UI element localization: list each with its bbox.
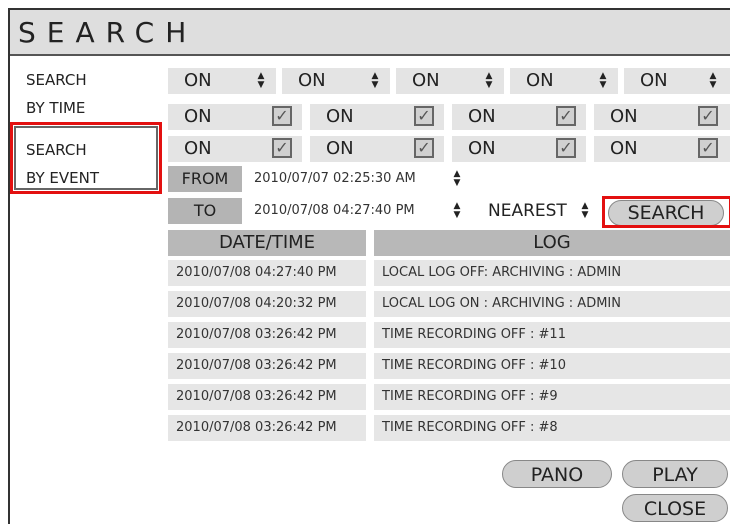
event-option-5[interactable]: ON ✓ <box>168 136 302 162</box>
toggle-value: ON <box>526 70 554 91</box>
title-bar: SEARCH <box>10 10 730 56</box>
from-label: FROM <box>168 166 242 192</box>
event-option-1[interactable]: ON ✓ <box>168 104 302 130</box>
table-cell-log[interactable]: TIME RECORDING OFF : #11 <box>374 322 730 348</box>
option-value: ON <box>468 138 496 159</box>
table-cell-log[interactable]: LOCAL LOG ON : ARCHIVING : ADMIN <box>374 291 730 317</box>
search-by-time-label-2[interactable]: BY TIME <box>26 96 85 120</box>
search-by-time-label-1[interactable]: SEARCH <box>26 68 87 92</box>
checkbox-checked-icon[interactable]: ✓ <box>698 106 718 126</box>
time-toggle-1[interactable]: ON ▲ ▼ <box>168 68 276 94</box>
play-button[interactable]: PLAY <box>622 460 728 488</box>
spinner-arrows-icon[interactable]: ▲ ▼ <box>594 68 612 94</box>
checkbox-checked-icon[interactable]: ✓ <box>414 138 434 158</box>
time-toggle-2[interactable]: ON ▲ ▼ <box>282 68 390 94</box>
table-cell-datetime[interactable]: 2010/07/08 03:26:42 PM <box>168 415 366 441</box>
event-option-2[interactable]: ON ✓ <box>310 104 444 130</box>
toggle-value: ON <box>184 70 212 91</box>
option-value: ON <box>326 138 354 159</box>
toggle-value: ON <box>640 70 668 91</box>
to-date-field[interactable]: 2010/07/08 04:27:40 PM <box>254 198 434 224</box>
toggle-value: ON <box>298 70 326 91</box>
table-cell-datetime[interactable]: 2010/07/08 04:27:40 PM <box>168 260 366 286</box>
event-option-3[interactable]: ON ✓ <box>452 104 586 130</box>
time-toggle-5[interactable]: ON ▲ ▼ <box>624 68 730 94</box>
search-button-highlight <box>602 196 730 228</box>
from-date-field[interactable]: 2010/07/07 02:25:30 AM <box>254 166 434 192</box>
event-option-6[interactable]: ON ✓ <box>310 136 444 162</box>
window-title: SEARCH <box>18 16 198 49</box>
pano-button[interactable]: PANO <box>502 460 612 488</box>
search-by-event-label-1[interactable]: SEARCH <box>26 138 87 162</box>
table-cell-datetime[interactable]: 2010/07/08 03:26:42 PM <box>168 322 366 348</box>
option-value: ON <box>184 106 212 127</box>
event-option-8[interactable]: ON ✓ <box>594 136 730 162</box>
table-cell-log[interactable]: TIME RECORDING OFF : #9 <box>374 384 730 410</box>
spinner-arrows-icon[interactable]: ▲ ▼ <box>366 68 384 94</box>
spinner-arrows-icon[interactable]: ▲ ▼ <box>704 68 722 94</box>
table-cell-log[interactable]: TIME RECORDING OFF : #8 <box>374 415 730 441</box>
checkbox-checked-icon[interactable]: ✓ <box>272 106 292 126</box>
to-spinner-icon[interactable]: ▲ ▼ <box>448 198 466 224</box>
to-label: TO <box>168 198 242 224</box>
search-by-event-label-2[interactable]: BY EVENT <box>26 166 99 190</box>
nearest-spinner-icon[interactable]: ▲ ▼ <box>576 198 594 224</box>
spinner-arrows-icon[interactable]: ▲ ▼ <box>252 68 270 94</box>
checkbox-checked-icon[interactable]: ✓ <box>414 106 434 126</box>
option-value: ON <box>610 106 638 127</box>
time-toggle-3[interactable]: ON ▲ ▼ <box>396 68 504 94</box>
table-cell-datetime[interactable]: 2010/07/08 03:26:42 PM <box>168 353 366 379</box>
event-option-4[interactable]: ON ✓ <box>594 104 730 130</box>
column-header-log: LOG <box>374 230 730 256</box>
nearest-mode-select[interactable]: NEAREST <box>488 198 567 224</box>
event-option-7[interactable]: ON ✓ <box>452 136 586 162</box>
column-header-datetime: DATE/TIME <box>168 230 366 256</box>
spinner-arrows-icon[interactable]: ▲ ▼ <box>480 68 498 94</box>
table-cell-datetime[interactable]: 2010/07/08 03:26:42 PM <box>168 384 366 410</box>
time-toggle-4[interactable]: ON ▲ ▼ <box>510 68 618 94</box>
checkbox-checked-icon[interactable]: ✓ <box>556 138 576 158</box>
checkbox-checked-icon[interactable]: ✓ <box>698 138 718 158</box>
table-cell-datetime[interactable]: 2010/07/08 04:20:32 PM <box>168 291 366 317</box>
close-button[interactable]: CLOSE <box>622 494 728 522</box>
option-value: ON <box>184 138 212 159</box>
toggle-value: ON <box>412 70 440 91</box>
option-value: ON <box>610 138 638 159</box>
checkbox-checked-icon[interactable]: ✓ <box>556 106 576 126</box>
checkbox-checked-icon[interactable]: ✓ <box>272 138 292 158</box>
from-spinner-icon[interactable]: ▲ ▼ <box>448 166 466 192</box>
table-cell-log[interactable]: LOCAL LOG OFF: ARCHIVING : ADMIN <box>374 260 730 286</box>
table-cell-log[interactable]: TIME RECORDING OFF : #10 <box>374 353 730 379</box>
option-value: ON <box>326 106 354 127</box>
option-value: ON <box>468 106 496 127</box>
